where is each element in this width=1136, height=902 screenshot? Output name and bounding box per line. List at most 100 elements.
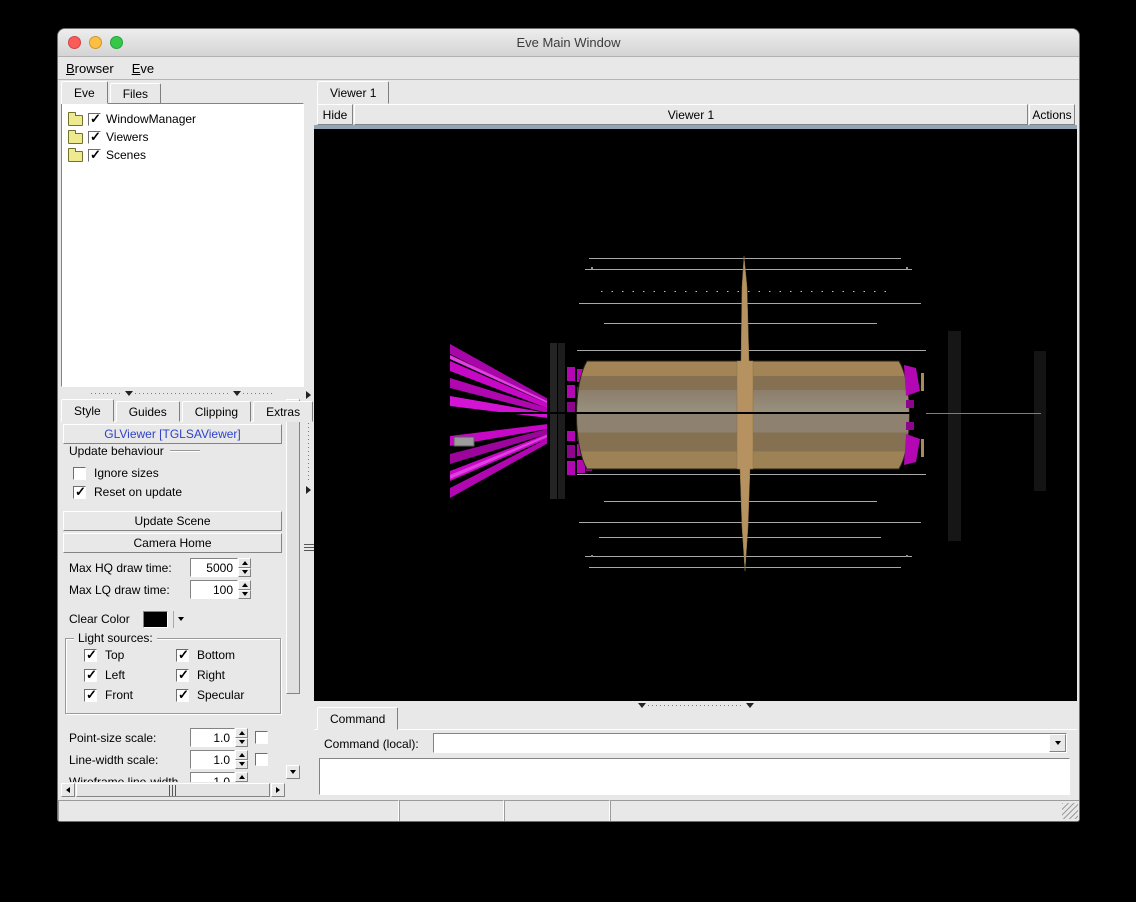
status-cell	[504, 800, 610, 821]
menu-eve[interactable]: Eve	[132, 61, 154, 76]
light-specular-checkbox[interactable]: ✓	[176, 687, 189, 702]
main-vertical-splitter[interactable]	[304, 81, 315, 821]
editor-vertical-scrollbar[interactable]	[286, 399, 300, 779]
spin-up-icon	[238, 558, 251, 568]
max-lq-spinner[interactable]	[238, 580, 251, 599]
dropdown-arrow-icon	[1054, 741, 1061, 745]
update-behaviour-group: Update behaviour	[69, 444, 281, 458]
clear-color-dropdown[interactable]	[173, 610, 188, 628]
hide-button[interactable]: Hide	[317, 104, 353, 125]
collapse-down-icon[interactable]	[745, 702, 754, 708]
tab-viewer-1[interactable]: Viewer 1	[317, 81, 390, 104]
light-front-row: ✓ Front	[84, 686, 134, 702]
update-scene-button[interactable]: Update Scene	[63, 511, 282, 531]
tab-command[interactable]: Command	[317, 707, 399, 730]
point-size-field[interactable]: 1.0	[190, 728, 235, 747]
light-front-checkbox[interactable]: ✓	[84, 687, 97, 702]
faint-endcap-bar	[948, 331, 961, 541]
tree-item-viewers[interactable]: ✓ Viewers	[68, 129, 148, 145]
camera-home-button[interactable]: Camera Home	[63, 533, 282, 553]
scrollbar-thumb[interactable]	[286, 414, 300, 694]
collapse-left-icon[interactable]	[306, 391, 311, 399]
tree-item-scenes[interactable]: ✓ Scenes	[68, 147, 146, 163]
command-dropdown-button[interactable]	[1049, 734, 1066, 752]
max-lq-field[interactable]: 100	[190, 580, 238, 599]
title-bar[interactable]: Eve Main Window	[58, 29, 1079, 57]
wireframe-width-field[interactable]: 1.0	[190, 772, 235, 782]
status-cell	[58, 800, 399, 821]
gray-detail-box	[453, 436, 475, 447]
left-horizontal-splitter[interactable]	[61, 387, 304, 399]
tab-style[interactable]: Style	[61, 399, 114, 422]
scroll-down-icon[interactable]	[286, 765, 300, 779]
tree-item-windowmanager[interactable]: ✓ WindowManager	[68, 111, 196, 127]
command-combobox[interactable]	[433, 733, 1067, 753]
point-size-spinner[interactable]	[235, 728, 248, 747]
tab-eve[interactable]: Eve	[61, 81, 108, 104]
beam-axis	[450, 412, 926, 414]
wireframe-width-spinner[interactable]	[235, 772, 248, 782]
minimize-button[interactable]	[89, 36, 102, 49]
gl-viewport[interactable]	[314, 129, 1077, 701]
point-size-row: Point-size scale: 1.0	[69, 728, 281, 747]
command-label: Command (local):	[324, 737, 419, 751]
tree-checkbox[interactable]: ✓	[88, 129, 101, 144]
point-size-checkbox[interactable]	[255, 731, 268, 744]
command-input[interactable]	[435, 735, 1047, 751]
clear-color-swatch[interactable]	[143, 610, 168, 628]
line-width-checkbox[interactable]	[255, 753, 268, 766]
line-width-field[interactable]: 1.0	[190, 750, 235, 769]
command-panel: Command (local):	[314, 729, 1077, 797]
endcap-disk	[558, 343, 565, 499]
collapse-down-icon[interactable]	[232, 390, 241, 396]
scrollbar-thumb[interactable]	[76, 783, 270, 797]
line-width-spinner[interactable]	[235, 750, 248, 769]
scroll-right-icon[interactable]	[271, 783, 285, 797]
ignore-sizes-checkbox[interactable]	[73, 466, 86, 480]
tree-checkbox[interactable]: ✓	[88, 111, 101, 126]
collapse-right-icon[interactable]	[306, 486, 311, 494]
actions-button[interactable]: Actions	[1029, 104, 1075, 125]
collapse-up-icon[interactable]	[124, 390, 133, 396]
light-specular-row: ✓ Specular	[176, 686, 245, 702]
zoom-button[interactable]	[110, 36, 123, 49]
light-top-checkbox[interactable]: ✓	[84, 647, 97, 662]
light-left-checkbox[interactable]: ✓	[84, 667, 97, 682]
light-bottom-row: ✓ Bottom	[176, 646, 236, 662]
reset-on-update-row: ✓ Reset on update	[73, 483, 183, 499]
tab-extras[interactable]: Extras	[253, 401, 314, 422]
endcap-disk	[550, 343, 557, 499]
light-bottom-checkbox[interactable]: ✓	[176, 647, 189, 662]
glviewer-header-button[interactable]: GLViewer [TGLSAViewer]	[63, 424, 282, 444]
menu-bar: Browser Eve	[58, 58, 1079, 80]
tab-files[interactable]: Files	[109, 83, 162, 104]
command-horizontal-splitter[interactable]	[314, 701, 1077, 709]
viewer-title-bar[interactable]: Viewer 1	[354, 104, 1028, 125]
tab-guides[interactable]: Guides	[115, 401, 180, 422]
scroll-left-icon[interactable]	[61, 783, 75, 797]
ignore-sizes-row: Ignore sizes	[73, 465, 159, 481]
command-tab-bar: Command	[317, 707, 400, 730]
tab-clipping[interactable]: Clipping	[181, 401, 252, 422]
editor-horizontal-scrollbar[interactable]	[61, 782, 286, 798]
spin-up-icon	[235, 772, 248, 782]
light-top-row: ✓ Top	[84, 646, 125, 662]
resize-grip[interactable]	[1062, 803, 1078, 819]
spin-down-icon	[235, 759, 248, 769]
close-button[interactable]	[68, 36, 81, 49]
light-left-row: ✓ Left	[84, 666, 126, 682]
detector-scene	[450, 255, 1046, 572]
left-tab-bar: Eve Files	[61, 81, 163, 104]
light-right-checkbox[interactable]: ✓	[176, 667, 189, 682]
faint-endcap-bar	[1034, 351, 1046, 491]
menu-browser[interactable]: Browser	[66, 61, 114, 76]
collapse-up-icon[interactable]	[637, 702, 646, 708]
spin-down-icon	[238, 589, 251, 599]
tree-checkbox[interactable]: ✓	[88, 147, 101, 162]
max-hq-spinner[interactable]	[238, 558, 251, 577]
max-hq-field[interactable]: 5000	[190, 558, 238, 577]
spin-down-icon	[238, 567, 251, 577]
reset-on-update-checkbox[interactable]: ✓	[73, 484, 86, 499]
spin-up-icon	[235, 750, 248, 760]
muon-endcap-fan	[450, 344, 547, 498]
